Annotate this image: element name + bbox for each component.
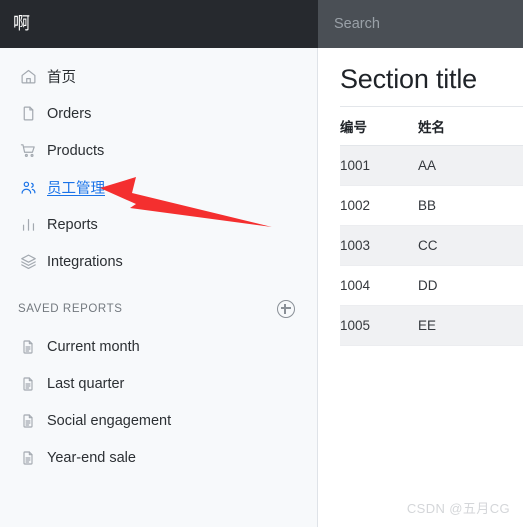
file-icon bbox=[17, 103, 39, 125]
cell-name: CC bbox=[418, 225, 523, 266]
home-icon bbox=[17, 66, 39, 88]
table-row[interactable]: 1002 BB bbox=[340, 185, 523, 226]
topbar-search-area: Search bbox=[318, 0, 523, 48]
saved-reports-heading: SAVED REPORTS bbox=[18, 303, 123, 315]
sidebar: 首页 Orders Products 员工管理 Reports Integrat… bbox=[0, 48, 318, 527]
sidebar-item-label: Products bbox=[47, 142, 105, 159]
saved-report-label: Current month bbox=[47, 338, 140, 355]
people-icon bbox=[17, 177, 39, 199]
saved-report-item-social-engagement[interactable]: Social engagement bbox=[0, 408, 317, 433]
cell-id: 1005 bbox=[340, 305, 418, 346]
cell-name: EE bbox=[418, 305, 523, 346]
document-icon bbox=[17, 336, 39, 358]
table-body: 1001 AA 1002 BB 1003 CC 1004 DD 1005 EE bbox=[340, 145, 523, 346]
cart-icon bbox=[17, 140, 39, 162]
employee-table: 编号 姓名 1001 AA 1002 BB 1003 CC 1004 DD 10… bbox=[340, 106, 523, 346]
cell-id: 1003 bbox=[340, 225, 418, 266]
table-header-row: 编号 姓名 bbox=[340, 106, 523, 146]
page-title: Section title bbox=[340, 64, 477, 94]
sidebar-item-home[interactable]: 首页 bbox=[0, 64, 317, 89]
cell-name: BB bbox=[418, 185, 523, 226]
topbar-brand-area: 啊 bbox=[0, 0, 318, 48]
column-header-name[interactable]: 姓名 bbox=[418, 106, 523, 146]
layers-icon bbox=[17, 251, 39, 273]
column-header-id[interactable]: 编号 bbox=[340, 106, 418, 146]
saved-report-item-year-end-sale[interactable]: Year-end sale bbox=[0, 445, 317, 470]
table-header: 编号 姓名 bbox=[340, 106, 523, 146]
plus-circle-icon[interactable] bbox=[277, 300, 295, 318]
sidebar-item-orders[interactable]: Orders bbox=[0, 101, 317, 126]
sidebar-item-label: Integrations bbox=[47, 253, 123, 270]
table-row[interactable]: 1001 AA bbox=[340, 145, 523, 186]
sidebar-item-products[interactable]: Products bbox=[0, 138, 317, 163]
saved-report-label: Last quarter bbox=[47, 375, 125, 392]
cell-name: AA bbox=[418, 145, 523, 186]
app-brand-logo[interactable]: 啊 bbox=[13, 11, 31, 37]
sidebar-item-label: 员工管理 bbox=[47, 181, 105, 197]
saved-report-label: Year-end sale bbox=[47, 449, 136, 466]
document-icon bbox=[17, 410, 39, 432]
table-row[interactable]: 1004 DD bbox=[340, 265, 523, 306]
table-row[interactable]: 1005 EE bbox=[340, 305, 523, 346]
search-input[interactable]: Search bbox=[334, 0, 380, 48]
cell-id: 1004 bbox=[340, 265, 418, 306]
saved-reports-list: Current month Last quarter Social engage… bbox=[0, 334, 317, 470]
sidebar-item-label: 首页 bbox=[47, 70, 76, 86]
cell-id: 1001 bbox=[340, 145, 418, 186]
sidebar-item-label: Orders bbox=[47, 105, 92, 122]
main-content: Section title 编号 姓名 1001 AA 1002 BB 1003 bbox=[319, 48, 523, 527]
sidebar-item-label: Reports bbox=[47, 216, 98, 233]
sidebar-item-reports[interactable]: Reports bbox=[0, 212, 317, 237]
cell-name: DD bbox=[418, 265, 523, 306]
saved-reports-header: SAVED REPORTS bbox=[0, 298, 317, 320]
sidebar-nav-list: 首页 Orders Products 员工管理 Reports Integrat… bbox=[0, 64, 317, 274]
document-icon bbox=[17, 447, 39, 469]
sidebar-item-employee-management[interactable]: 员工管理 bbox=[0, 175, 317, 200]
watermark-text: CSDN @五月CG bbox=[406, 501, 510, 516]
cell-id: 1002 bbox=[340, 185, 418, 226]
saved-report-label: Social engagement bbox=[47, 412, 172, 429]
document-icon bbox=[17, 373, 39, 395]
bar-chart-icon bbox=[17, 214, 39, 236]
sidebar-item-integrations[interactable]: Integrations bbox=[0, 249, 317, 274]
saved-report-item-current-month[interactable]: Current month bbox=[0, 334, 317, 359]
saved-report-item-last-quarter[interactable]: Last quarter bbox=[0, 371, 317, 396]
table-row[interactable]: 1003 CC bbox=[340, 225, 523, 266]
app-window: 啊 Search 首页 Orders Products 员工管理 Reports… bbox=[0, 0, 523, 527]
